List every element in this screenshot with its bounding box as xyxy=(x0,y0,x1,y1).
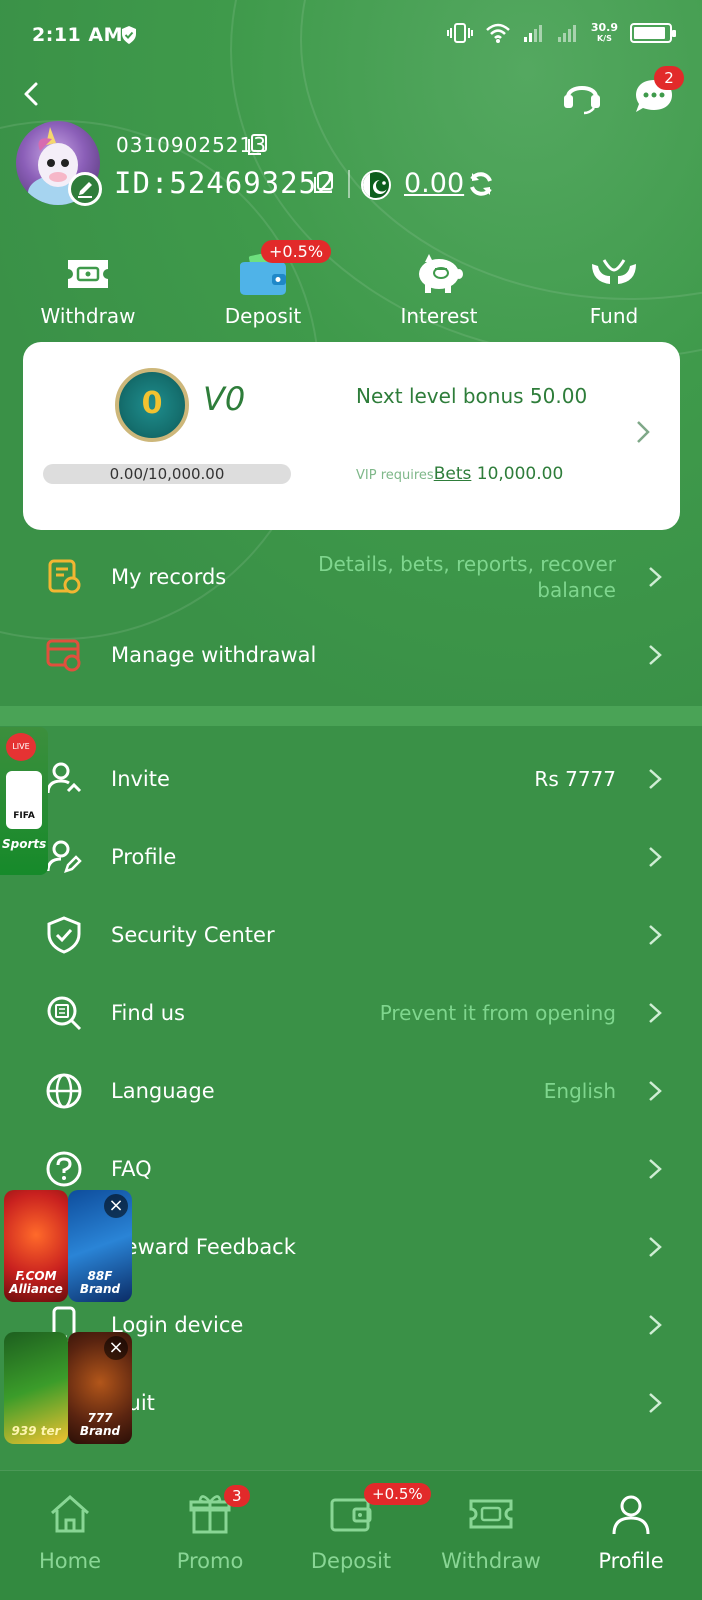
bottom-nav: Home Promo 3 Deposit +0.5% Withdraw Prof… xyxy=(0,1470,702,1600)
tab-home[interactable]: Home xyxy=(0,1491,140,1573)
pencil-icon xyxy=(78,182,92,198)
profile-divider xyxy=(348,170,350,198)
menu-item-my-records[interactable]: My records Details, bets, reports, recov… xyxy=(0,538,702,616)
menu-item-language[interactable]: Language English xyxy=(0,1052,702,1130)
person-icon xyxy=(612,1495,650,1535)
hands-icon xyxy=(592,259,636,284)
menu-item-manage-withdrawal[interactable]: Manage withdrawal xyxy=(0,616,702,694)
ticket-icon xyxy=(469,1499,513,1529)
live-badge: LIVE xyxy=(6,733,36,761)
tab-promo[interactable]: Promo xyxy=(140,1491,280,1573)
vip-progress-bar: 0.00/10,000.00 xyxy=(43,464,291,484)
close-icon[interactable]: × xyxy=(104,1194,128,1218)
copy-icon[interactable] xyxy=(246,133,268,157)
piggy-bank-icon xyxy=(419,254,463,293)
chevron-right-icon xyxy=(649,1081,662,1101)
user-id: ID:524693252 xyxy=(114,166,336,200)
records-icon xyxy=(48,559,81,594)
menu-item-security-center[interactable]: Security Center xyxy=(0,896,702,974)
signal-icon xyxy=(523,25,542,42)
ad-banner-2[interactable]: × 88F Brand xyxy=(68,1190,132,1302)
chevron-right-icon xyxy=(649,567,662,587)
fifa-trophy-icon: FIFA xyxy=(6,771,42,829)
chevron-right-icon[interactable] xyxy=(633,418,653,446)
menu-item-find-us[interactable]: Find us Prevent it from opening xyxy=(0,974,702,1052)
chevron-right-icon xyxy=(649,847,662,867)
chevron-left-icon[interactable] xyxy=(14,76,50,112)
section-separator xyxy=(0,706,702,726)
chevron-right-icon xyxy=(649,1315,662,1335)
signal-2-icon xyxy=(557,25,576,42)
vip-requirement: VIP requiresBets 10,000.00 xyxy=(356,464,564,484)
chevron-right-icon xyxy=(649,925,662,945)
vip-progress-text: 0.00/10,000.00 xyxy=(109,465,225,483)
chevron-right-icon xyxy=(649,1393,662,1413)
ad-banner-3[interactable]: 939 ter xyxy=(4,1332,68,1444)
menu-item-invite[interactable]: Invite Rs 7777 xyxy=(0,740,702,818)
sports-label: Sports xyxy=(2,837,47,851)
profile-screen: 2:11 AM 30.9 K/S 2 03109025213 ID:524693… xyxy=(0,0,702,1600)
battery-icon xyxy=(630,23,676,43)
headset-icon[interactable] xyxy=(560,75,604,115)
deposit-bonus-badge: +0.5% xyxy=(261,240,332,263)
card-settings-icon xyxy=(46,639,81,672)
ad-banner-4[interactable]: × 777 Brand xyxy=(68,1332,132,1444)
invite-user-icon xyxy=(46,762,82,794)
tab-withdraw[interactable]: Withdraw xyxy=(421,1491,561,1573)
wifi-icon xyxy=(486,23,510,43)
ticket-icon xyxy=(68,260,108,288)
bets-link[interactable]: Bets xyxy=(434,464,472,484)
chevron-right-icon xyxy=(649,1003,662,1023)
chat-badge: 2 xyxy=(654,66,684,90)
phone-number: 03109025213 xyxy=(116,133,267,157)
deposit-action[interactable]: Deposit xyxy=(198,252,328,328)
fund-action[interactable]: Fund xyxy=(549,252,679,328)
pakistan-flag-icon xyxy=(361,170,391,200)
menu-item-profile[interactable]: Profile xyxy=(0,818,702,896)
refresh-icon[interactable] xyxy=(466,169,496,199)
vip-medal-icon: 0 xyxy=(115,368,189,442)
vip-card[interactable]: 0 V0 Next level bonus 50.00 0.00/10,000.… xyxy=(23,342,680,530)
globe-icon xyxy=(46,1073,82,1109)
copy-id-icon[interactable] xyxy=(312,171,334,195)
chevron-right-icon xyxy=(649,769,662,789)
tab-profile[interactable]: Profile xyxy=(561,1491,701,1573)
chevron-right-icon xyxy=(649,645,662,665)
withdraw-action[interactable]: Withdraw xyxy=(23,252,153,328)
home-icon xyxy=(51,1494,89,1533)
user-edit-icon xyxy=(46,840,82,873)
network-speed: 30.9 K/S xyxy=(590,21,618,43)
question-icon xyxy=(46,1151,82,1187)
status-right: 30.9 K/S xyxy=(446,21,676,44)
status-bar: 2:11 AM 30.9 K/S xyxy=(0,0,702,70)
status-time: 2:11 AM xyxy=(32,24,123,46)
vibrate-icon xyxy=(446,23,473,43)
vip-level: V0 xyxy=(203,380,246,418)
search-doc-icon xyxy=(47,996,82,1031)
avatar-edit-button[interactable] xyxy=(68,172,102,206)
shield-status-icon xyxy=(122,26,136,44)
ad-banner-1[interactable]: F.COM Alliance xyxy=(4,1190,68,1302)
shield-check-icon xyxy=(47,916,81,954)
chevron-right-icon xyxy=(649,1159,662,1179)
balance-amount[interactable]: 0.00 xyxy=(404,168,464,199)
chevron-right-icon xyxy=(649,1237,662,1257)
close-icon[interactable]: × xyxy=(104,1336,128,1360)
next-level-bonus: Next level bonus 50.00 xyxy=(356,384,588,408)
sports-floating-widget[interactable]: LIVE FIFA Sports xyxy=(0,727,48,875)
promo-badge: 3 xyxy=(224,1485,250,1507)
interest-action[interactable]: Interest xyxy=(374,252,504,328)
